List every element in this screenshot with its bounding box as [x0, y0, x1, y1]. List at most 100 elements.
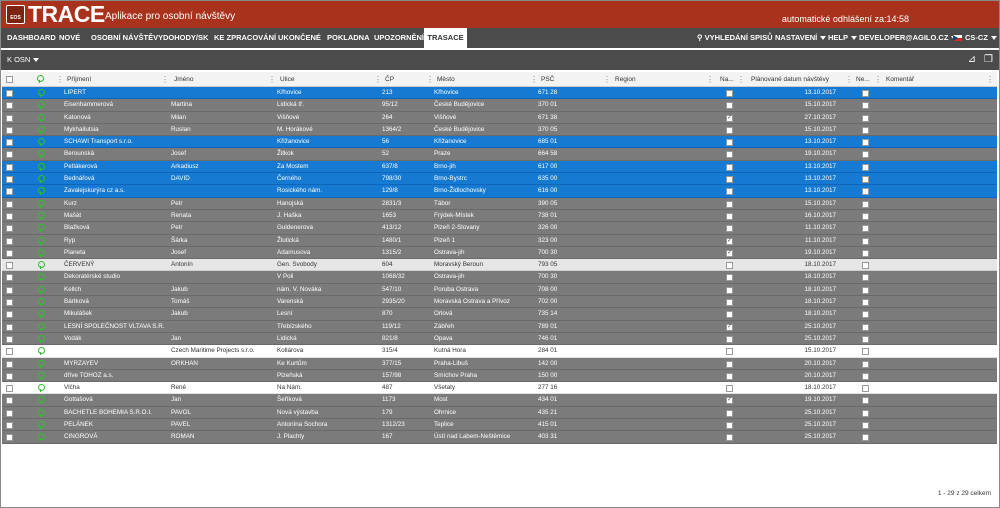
- na-checkbox[interactable]: [726, 348, 733, 356]
- na-checkbox[interactable]: [726, 262, 733, 270]
- row-select-checkbox[interactable]: [6, 102, 13, 110]
- ne-checkbox[interactable]: [862, 90, 869, 97]
- table-row[interactable]: Zavalejskurýra cz a.s. Rosického nám. 129/…: [2, 185, 997, 198]
- na-checkbox[interactable]: [726, 274, 733, 282]
- ne-checkbox[interactable]: [862, 237, 869, 245]
- row-select-checkbox[interactable]: [6, 422, 13, 430]
- map-pin-icon[interactable]: [38, 310, 45, 319]
- table-row[interactable]: Planeta Josef Adamusova 1315/2 Ostrava-jih 70…: [2, 246, 997, 259]
- ne-checkbox[interactable]: [862, 422, 869, 430]
- na-checkbox[interactable]: [726, 372, 733, 380]
- ne-checkbox[interactable]: [862, 335, 869, 343]
- col-cp[interactable]: ČP: [382, 72, 432, 87]
- nav-upozorneni[interactable]: UPOZORNĚNÍ: [374, 28, 424, 48]
- column-menu-icon[interactable]: ⋮: [737, 72, 745, 87]
- map-pin-icon[interactable]: [38, 211, 45, 220]
- nav-osobni-navstevy[interactable]: OSOBNÍ NÁVŠTĚVY: [91, 28, 163, 48]
- table-row[interactable]: Berounská Josef Žitkok 52 Praze 664 58 19.10.2…: [2, 148, 997, 161]
- map-pin-icon[interactable]: [38, 89, 45, 97]
- na-checkbox[interactable]: [726, 360, 733, 368]
- map-pin-icon[interactable]: [38, 347, 45, 356]
- table-row[interactable]: Czech Maritime Projects s.r.o. Kollárova 3…: [2, 345, 997, 358]
- row-select-checkbox[interactable]: [6, 360, 13, 368]
- row-select-checkbox[interactable]: [6, 323, 13, 331]
- column-menu-icon[interactable]: ⋮: [374, 72, 382, 87]
- ne-checkbox[interactable]: [862, 262, 869, 270]
- map-pin-icon[interactable]: [38, 408, 45, 417]
- map-pin-icon[interactable]: [38, 162, 45, 171]
- row-select-checkbox[interactable]: [6, 274, 13, 282]
- table-row[interactable]: Dekoratérské studio V Poli 1068/32 Ostrava-…: [2, 271, 997, 284]
- column-menu-icon[interactable]: ⋮: [986, 72, 994, 87]
- table-row[interactable]: Petlákerová Arkadiusz Za Mostem 637/8 Brno-j…: [2, 160, 997, 174]
- na-checkbox[interactable]: [726, 235, 733, 247]
- na-checkbox[interactable]: [726, 176, 733, 184]
- table-row[interactable]: Bártková Tomáš Varenská 2935/20 Moravská Ost…: [2, 296, 997, 309]
- na-checkbox[interactable]: [726, 90, 733, 97]
- table-row[interactable]: Eisenhammerová Martina Lidická tř. 95/12 Čes…: [2, 99, 997, 112]
- row-select-checkbox[interactable]: [6, 335, 13, 343]
- table-row[interactable]: Vodák Jan Lidická 821/8 Opava 746 01 25.10.201…: [2, 332, 997, 346]
- table-row[interactable]: Vlčha René Na Nám. 487 Všetaty 277 16 18.10.20…: [2, 382, 997, 395]
- map-pin-icon[interactable]: [38, 113, 45, 122]
- map-pin-icon[interactable]: [38, 359, 45, 368]
- col-ulice[interactable]: Ulice: [277, 72, 377, 87]
- row-select-checkbox[interactable]: [6, 348, 13, 356]
- table-row[interactable]: BACHETLE BOHEMIA S.R.O.I. PAVOL Nová výsta…: [2, 406, 997, 420]
- row-select-checkbox[interactable]: [6, 249, 13, 257]
- column-menu-icon[interactable]: ⋮: [530, 72, 538, 87]
- map-pin-icon[interactable]: [38, 384, 45, 393]
- col-planovane-datum[interactable]: Plánované datum návštěvy: [748, 72, 848, 87]
- row-select-checkbox[interactable]: [6, 188, 13, 196]
- help-menu[interactable]: HELP: [828, 28, 858, 48]
- map-pin-icon[interactable]: [38, 138, 45, 147]
- table-row[interactable]: ČERVENÝ Antonín Gen. Svobody 604 Moravský Be…: [2, 259, 997, 272]
- map-pin-icon[interactable]: [38, 199, 45, 208]
- clear-filter-icon[interactable]: ⊿: [968, 54, 976, 65]
- map-pin-icon[interactable]: [38, 101, 45, 110]
- map-pin-icon[interactable]: [38, 298, 45, 307]
- table-row[interactable]: Mašát Renata J. Haška 1653 Frýdek-Místek 738 …: [2, 209, 997, 223]
- col-jmeno[interactable]: Jméno: [171, 72, 274, 87]
- ne-checkbox[interactable]: [862, 348, 869, 356]
- na-checkbox[interactable]: [726, 321, 733, 333]
- table-row[interactable]: LESNÍ SPOLEČNOST VLTAVA S.R.O. Třebízskéh…: [2, 320, 997, 333]
- na-checkbox[interactable]: [726, 311, 733, 319]
- map-pin-icon[interactable]: [38, 150, 45, 159]
- map-pin-icon[interactable]: [38, 371, 45, 380]
- window-restore-icon[interactable]: ❐: [984, 54, 993, 65]
- row-select-checkbox[interactable]: [6, 311, 13, 319]
- nav-trasace[interactable]: TRASACE: [424, 28, 467, 50]
- ne-checkbox[interactable]: [862, 114, 869, 122]
- nav-pokladna[interactable]: POKLADNA: [327, 28, 370, 48]
- language-menu[interactable]: CS-CZ: [953, 28, 997, 48]
- nav-dohody[interactable]: DOHODY/SK: [163, 28, 208, 48]
- col-region[interactable]: Region: [612, 72, 712, 87]
- map-pin-icon[interactable]: [38, 187, 45, 196]
- na-checkbox[interactable]: [726, 434, 733, 442]
- map-pin-icon[interactable]: [38, 261, 45, 270]
- na-checkbox[interactable]: [726, 409, 733, 417]
- map-pin-icon[interactable]: [38, 285, 45, 294]
- ne-checkbox[interactable]: [862, 139, 869, 147]
- ne-checkbox[interactable]: [862, 323, 869, 331]
- na-checkbox[interactable]: [726, 151, 733, 159]
- ne-checkbox[interactable]: [862, 212, 869, 220]
- row-select-checkbox[interactable]: [6, 139, 13, 147]
- search-files-button[interactable]: ⚲ VYHLEDÁNÍ SPISŮ: [697, 28, 773, 48]
- table-row[interactable]: Kurz Petr Hanojská 2831/3 Tábor 390 05 15.10.2…: [2, 197, 997, 210]
- map-pin-icon[interactable]: [38, 175, 45, 184]
- ne-checkbox[interactable]: [862, 176, 869, 184]
- col-psc[interactable]: PSČ: [538, 72, 604, 87]
- na-checkbox[interactable]: [726, 212, 733, 220]
- row-select-checkbox[interactable]: [6, 409, 13, 417]
- col-prijmeni[interactable]: Příjmení: [64, 72, 162, 87]
- nav-ukoncene[interactable]: UKONČENÉ: [278, 28, 321, 48]
- column-menu-icon[interactable]: ⋮: [56, 72, 64, 87]
- row-select-checkbox[interactable]: [6, 262, 13, 270]
- map-pin-icon[interactable]: [38, 125, 45, 134]
- table-row[interactable]: Bednářová DAVID Černého 798/30 Brno-Bystrc 63…: [2, 173, 997, 186]
- ne-checkbox[interactable]: [862, 311, 869, 319]
- map-pin-icon[interactable]: [38, 236, 45, 245]
- ne-checkbox[interactable]: [862, 163, 869, 171]
